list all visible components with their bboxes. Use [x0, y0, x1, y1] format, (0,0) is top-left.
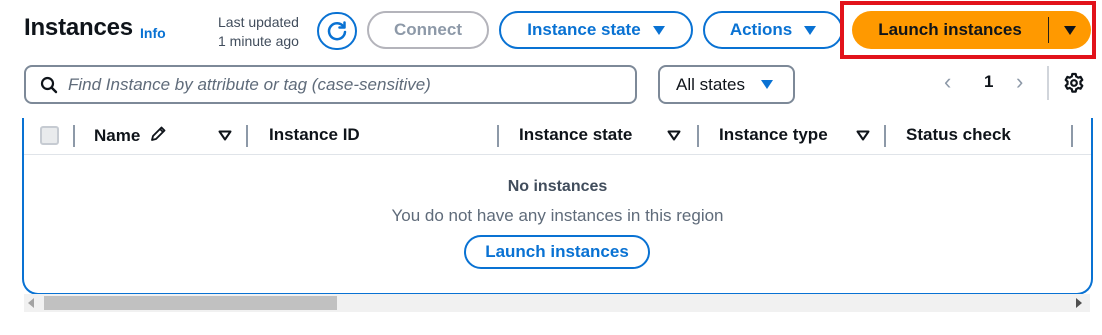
column-header-label: Name — [94, 126, 141, 145]
table-header-divider — [24, 154, 1091, 155]
launch-instances-label: Launch instances — [878, 20, 1022, 39]
empty-state-launch-label: Launch instances — [485, 242, 629, 261]
column-divider — [697, 125, 699, 147]
sort-icon[interactable] — [856, 130, 870, 141]
gear-icon — [1064, 72, 1084, 93]
launch-instances-button[interactable]: Launch instances — [852, 11, 1048, 49]
current-page[interactable]: 1 — [984, 72, 993, 92]
scroll-right-arrow-icon[interactable] — [1076, 298, 1082, 308]
connect-label: Connect — [394, 20, 462, 39]
states-filter-select[interactable]: All states — [658, 65, 795, 104]
launch-instances-split-button: Launch instances — [852, 11, 1091, 49]
pager-divider — [1047, 66, 1049, 100]
caret-down-icon — [760, 80, 773, 89]
column-divider — [1071, 125, 1073, 147]
search-input[interactable] — [68, 74, 628, 95]
column-divider — [246, 125, 248, 147]
select-all-checkbox[interactable] — [40, 126, 59, 145]
scrollbar-thumb[interactable] — [44, 296, 337, 310]
empty-state-launch-button[interactable]: Launch instances — [464, 235, 650, 269]
refresh-button[interactable] — [317, 12, 357, 50]
connect-button[interactable]: Connect — [367, 11, 489, 49]
last-updated: Last updated 1 minute ago — [218, 13, 299, 51]
column-divider — [884, 125, 886, 147]
sort-icon[interactable] — [218, 130, 232, 141]
split-divider — [1048, 17, 1049, 43]
last-updated-label: Last updated — [218, 14, 299, 30]
caret-down-icon — [1064, 25, 1076, 35]
instance-state-button[interactable]: Instance state — [499, 11, 693, 49]
search-box — [24, 65, 637, 104]
edit-icon — [151, 126, 166, 141]
next-page-button[interactable]: › — [1016, 69, 1023, 95]
launch-instances-dropdown[interactable] — [1049, 11, 1091, 49]
settings-button[interactable] — [1063, 72, 1085, 99]
previous-page-button[interactable]: ‹ — [944, 69, 951, 95]
empty-state-message: You do not have any instances in this re… — [391, 206, 724, 225]
column-header-instance-state[interactable]: Instance state — [519, 125, 632, 145]
last-updated-value: 1 minute ago — [218, 33, 299, 49]
column-divider — [73, 125, 75, 147]
actions-button[interactable]: Actions — [703, 11, 843, 49]
column-header-name[interactable]: Name — [94, 125, 167, 146]
caret-down-icon — [804, 25, 817, 35]
empty-state-title: No instances — [507, 178, 608, 195]
column-divider — [497, 125, 499, 147]
page-title: Instances — [24, 14, 133, 41]
search-icon — [40, 76, 58, 93]
caret-down-icon — [652, 25, 665, 35]
scroll-left-arrow-icon[interactable] — [28, 298, 34, 308]
instance-state-label: Instance state — [527, 20, 641, 39]
column-header-status-check[interactable]: Status check — [906, 125, 1011, 145]
column-header-instance-id[interactable]: Instance ID — [269, 125, 360, 145]
sort-icon[interactable] — [667, 130, 681, 141]
info-link[interactable]: Info — [140, 25, 166, 41]
actions-label: Actions — [729, 20, 793, 39]
states-filter-value: All states — [676, 74, 745, 94]
refresh-icon — [327, 21, 347, 41]
column-header-instance-type[interactable]: Instance type — [719, 125, 828, 145]
